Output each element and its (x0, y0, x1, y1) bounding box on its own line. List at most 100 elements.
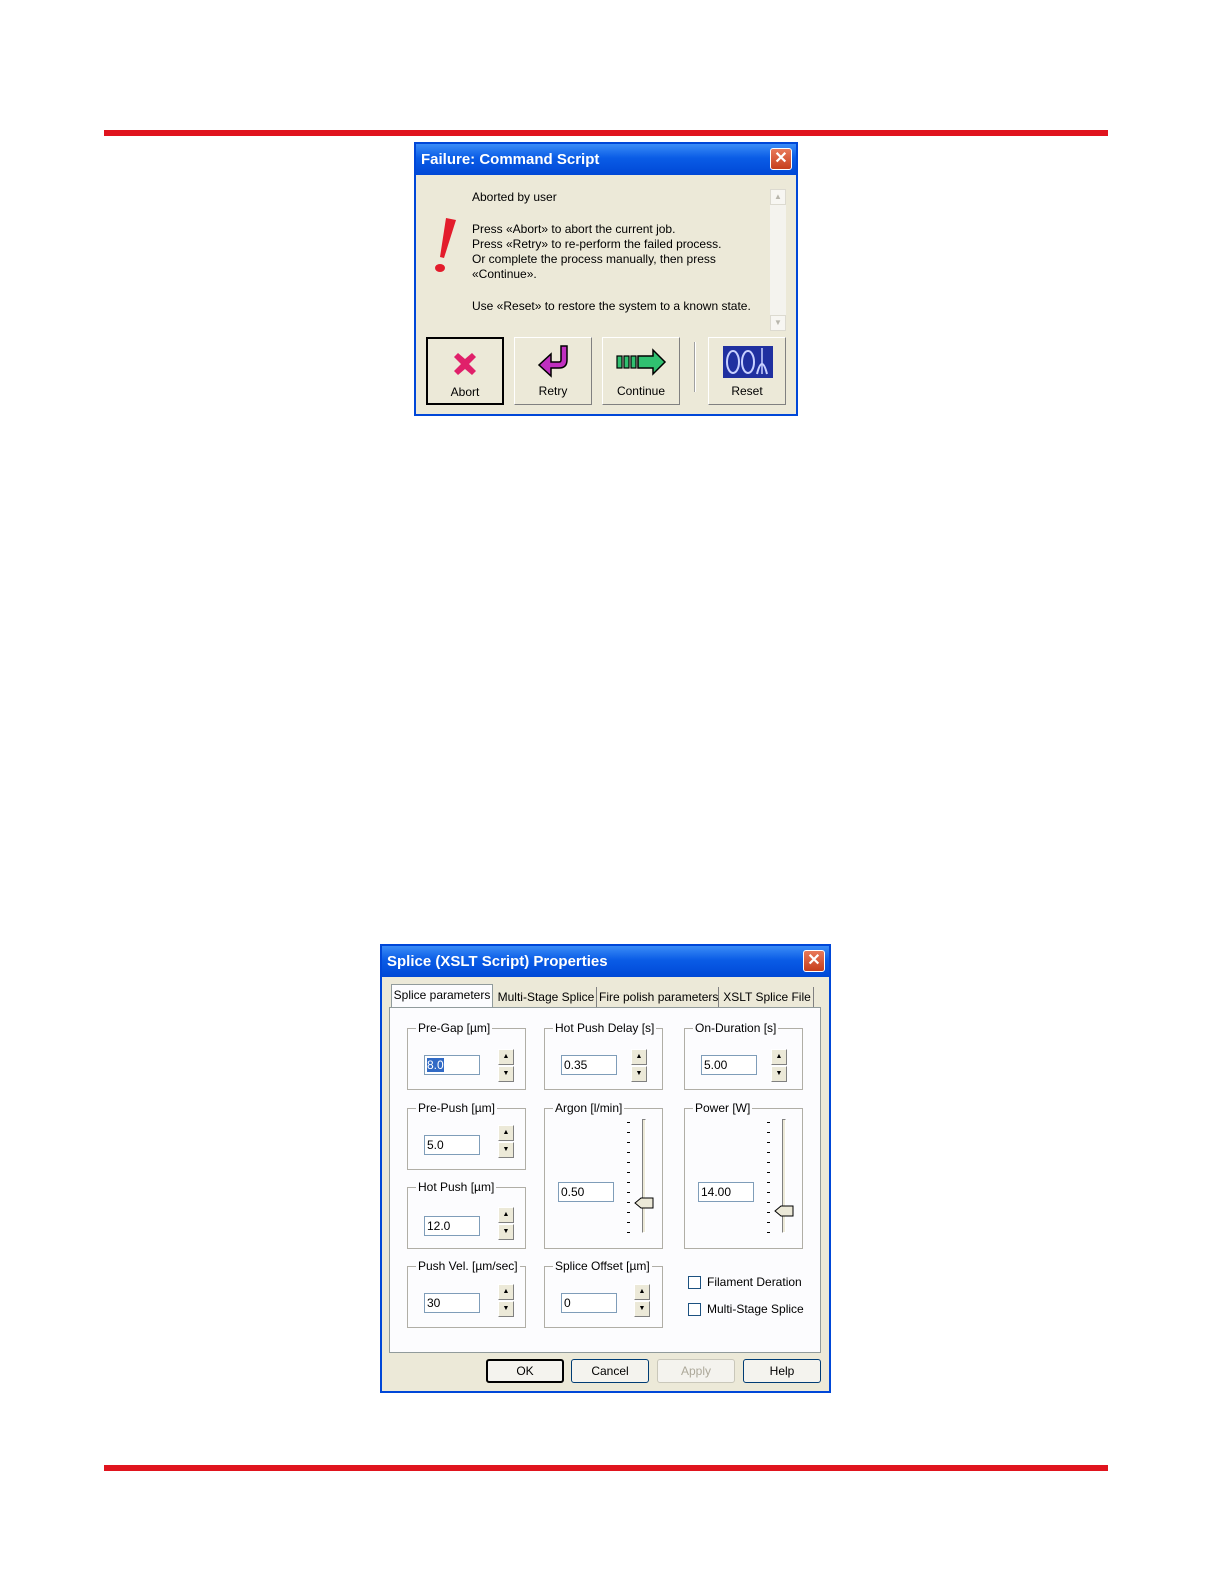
pre-push-spinner[interactable]: ▲ ▼ (498, 1125, 514, 1159)
splice-offset-label: Splice Offset [µm] (553, 1259, 652, 1273)
spin-down-icon[interactable]: ▼ (498, 1301, 514, 1317)
spin-up-icon[interactable]: ▲ (634, 1284, 650, 1300)
ok-button[interactable]: OK (486, 1359, 564, 1383)
cancel-button[interactable]: Cancel (571, 1359, 649, 1383)
failure-dialog: Failure: Command Script ✕ Aborted by use… (414, 142, 798, 416)
pre-push-label: Pre-Push [µm] (416, 1101, 497, 1115)
message-line: «Continue». (472, 267, 537, 281)
spin-down-icon[interactable]: ▼ (771, 1066, 787, 1082)
argon-slider-ticks (627, 1122, 631, 1234)
message-line: Press «Retry» to re-perform the failed p… (472, 237, 722, 251)
continue-arrow-icon (616, 348, 667, 376)
push-vel-spinner[interactable]: ▲ ▼ (498, 1284, 514, 1318)
spin-up-icon[interactable]: ▲ (771, 1049, 787, 1065)
splice-offset-spinner[interactable]: ▲ ▼ (634, 1284, 650, 1318)
hot-push-spinner[interactable]: ▲ ▼ (498, 1207, 514, 1241)
argon-input[interactable]: 0.50 (558, 1182, 614, 1202)
power-slider-ticks (767, 1122, 771, 1234)
splice-properties-dialog: Splice (XSLT Script) Properties ✕ Splice… (380, 944, 831, 1393)
reset-button-label: Reset (731, 384, 763, 398)
abort-button-label: Abort (450, 385, 480, 399)
reset-wave-icon (723, 346, 773, 378)
message-line: Aborted by user (472, 190, 557, 204)
power-slider-thumb[interactable] (774, 1205, 794, 1217)
argon-slider-thumb[interactable] (634, 1197, 654, 1209)
spin-up-icon[interactable]: ▲ (631, 1049, 647, 1065)
spin-up-icon[interactable]: ▲ (498, 1207, 514, 1223)
top-rule (104, 130, 1108, 136)
continue-button-label: Continue (616, 384, 666, 398)
argon-slider-track[interactable] (642, 1119, 646, 1233)
retry-button-label: Retry (538, 384, 568, 398)
filament-deration-checkbox[interactable] (688, 1276, 701, 1289)
close-icon[interactable]: ✕ (803, 950, 825, 972)
close-icon[interactable]: ✕ (770, 148, 792, 170)
scroll-down-icon[interactable]: ▼ (770, 315, 786, 331)
pre-gap-spinner[interactable]: ▲ ▼ (498, 1049, 514, 1083)
spin-down-icon[interactable]: ▼ (634, 1301, 650, 1317)
on-duration-group: On-Duration [s] 5.00 ▲ ▼ (684, 1021, 803, 1090)
message-line: Use «Reset» to restore the system to a k… (472, 299, 751, 313)
hot-push-delay-group: Hot Push Delay [s] 0.35 ▲ ▼ (544, 1021, 663, 1090)
pre-gap-input[interactable]: 8.0 (424, 1055, 480, 1075)
power-label: Power [W] (693, 1101, 753, 1115)
multi-stage-splice-checkbox[interactable] (688, 1303, 701, 1316)
tab-fire-polish-parameters[interactable]: Fire polish parameters (599, 987, 719, 1007)
spin-down-icon[interactable]: ▼ (498, 1142, 514, 1158)
power-input[interactable]: 14.00 (698, 1182, 754, 1202)
splice-dialog-titlebar: Splice (XSLT Script) Properties ✕ (382, 946, 829, 977)
exclamation-icon (435, 218, 456, 272)
push-vel-input[interactable]: 30 (424, 1293, 480, 1313)
pre-gap-value: 8.0 (427, 1058, 444, 1072)
pre-push-group: Pre-Push [µm] 5.0 ▲ ▼ (407, 1101, 526, 1170)
argon-label: Argon [l/min] (553, 1101, 625, 1115)
push-vel-label: Push Vel. [µm/sec] (416, 1259, 520, 1273)
abort-x-icon (454, 353, 476, 375)
spin-down-icon[interactable]: ▼ (498, 1066, 514, 1082)
splice-dialog-title: Splice (XSLT Script) Properties (387, 953, 608, 970)
multi-stage-splice-label: Multi-Stage Splice (707, 1302, 804, 1316)
splice-offset-input[interactable]: 0 (561, 1293, 617, 1313)
help-button[interactable]: Help (743, 1359, 821, 1383)
on-duration-label: On-Duration [s] (693, 1021, 779, 1035)
scroll-up-icon[interactable]: ▲ (770, 189, 786, 205)
message-line: Press «Abort» to abort the current job. (472, 222, 676, 236)
hot-push-delay-input[interactable]: 0.35 (561, 1055, 617, 1075)
hot-push-label: Hot Push [µm] (416, 1180, 497, 1194)
splice-parameters-panel: Pre-Gap [µm] 8.0 ▲ ▼ Hot Push Delay [s] … (389, 1007, 821, 1353)
hot-push-delay-spinner[interactable]: ▲ ▼ (631, 1049, 647, 1083)
spin-up-icon[interactable]: ▲ (498, 1049, 514, 1065)
spin-down-icon[interactable]: ▼ (498, 1224, 514, 1240)
splice-offset-group: Splice Offset [µm] 0 ▲ ▼ (544, 1259, 663, 1328)
message-line: Or complete the process manually, then p… (472, 252, 716, 266)
hot-push-delay-label: Hot Push Delay [s] (553, 1021, 657, 1035)
abort-button[interactable]: Abort (426, 337, 504, 405)
on-duration-input[interactable]: 5.00 (701, 1055, 757, 1075)
message-scrollbar[interactable]: ▲ ▼ (770, 189, 786, 331)
retry-button[interactable]: Retry (514, 337, 592, 405)
apply-button[interactable]: Apply (657, 1359, 735, 1383)
tab-multi-stage-splice[interactable]: Multi-Stage Splice (496, 987, 597, 1007)
tab-xslt-splice-file[interactable]: XSLT Splice File (721, 987, 814, 1007)
failure-dialog-titlebar: Failure: Command Script ✕ (416, 144, 796, 175)
push-vel-group: Push Vel. [µm/sec] 30 ▲ ▼ (407, 1259, 526, 1328)
bottom-rule (104, 1465, 1108, 1471)
spin-up-icon[interactable]: ▲ (498, 1284, 514, 1300)
hot-push-input[interactable]: 12.0 (424, 1216, 480, 1236)
filament-deration-label: Filament Deration (707, 1275, 802, 1289)
hot-push-group: Hot Push [µm] 12.0 ▲ ▼ (407, 1180, 526, 1249)
power-group: Power [W] 14.00 (684, 1101, 803, 1249)
tab-splice-parameters[interactable]: Splice parameters (391, 984, 493, 1008)
argon-group: Argon [l/min] 0.50 (544, 1101, 663, 1249)
pre-gap-group: Pre-Gap [µm] 8.0 ▲ ▼ (407, 1021, 526, 1090)
continue-button[interactable]: Continue (602, 337, 680, 405)
on-duration-spinner[interactable]: ▲ ▼ (771, 1049, 787, 1083)
reset-button[interactable]: Reset (708, 337, 786, 405)
retry-arrow-icon (537, 345, 568, 378)
pre-gap-label: Pre-Gap [µm] (416, 1021, 493, 1035)
spin-down-icon[interactable]: ▼ (631, 1066, 647, 1082)
failure-dialog-title: Failure: Command Script (421, 151, 600, 168)
pre-push-input[interactable]: 5.0 (424, 1135, 480, 1155)
button-separator (694, 342, 696, 392)
spin-up-icon[interactable]: ▲ (498, 1125, 514, 1141)
